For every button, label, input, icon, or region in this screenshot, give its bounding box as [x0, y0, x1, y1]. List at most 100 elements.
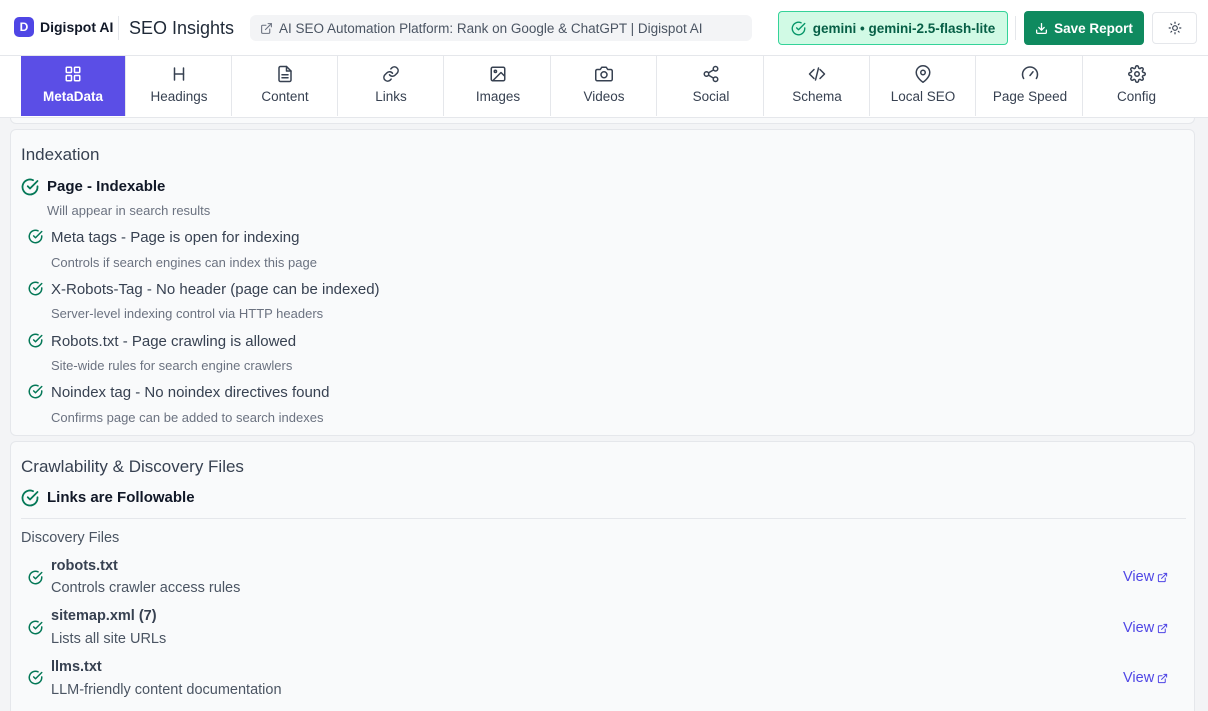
crawlability-card: Crawlability & Discovery Files Links are… — [10, 441, 1195, 711]
check-circle-icon — [28, 384, 43, 399]
view-link-label: View — [1123, 569, 1155, 585]
download-icon — [1036, 22, 1048, 34]
tab-label: Social — [692, 89, 730, 104]
save-report-label: Save Report — [1054, 20, 1133, 36]
discovery-file-desc: Lists all site URLs — [51, 631, 167, 647]
code-icon — [808, 67, 826, 81]
discovery-file-name: llms.txt — [51, 659, 102, 675]
map-pin-icon — [915, 65, 931, 83]
check-circle-icon — [28, 281, 43, 296]
discovery-file-desc: Controls crawler access rules — [51, 580, 241, 596]
tab-images[interactable]: Images — [446, 56, 551, 116]
external-link-icon — [1158, 572, 1168, 582]
model-badge-label: gemini • gemini-2.5-flash-lite — [812, 20, 996, 36]
discovery-file-name: sitemap.xml (7) — [51, 608, 157, 624]
discovery-file-name: robots.txt — [51, 558, 118, 574]
tab-label: Content — [261, 89, 309, 104]
tab-bar: MetaData Headings Content Links Images V… — [0, 56, 1208, 118]
tab-label: Schema — [792, 89, 842, 104]
tab-headings[interactable]: Headings — [127, 56, 232, 116]
view-llms-link[interactable]: View — [1123, 670, 1168, 686]
indexation-item-desc: Controls if search engines can index thi… — [51, 255, 317, 270]
gear-icon — [1127, 65, 1146, 83]
indexation-item: Noindex tag - No noindex directives foun… — [28, 384, 330, 401]
check-circle-icon — [28, 333, 43, 348]
camera-icon — [595, 66, 613, 82]
tab-label: Images — [475, 89, 521, 104]
check-circle-icon — [28, 570, 43, 585]
check-circle-icon — [28, 229, 43, 244]
check-circle-icon — [21, 489, 39, 507]
save-report-button[interactable]: Save Report — [1024, 11, 1144, 45]
indexation-card: Indexation Page - Indexable Will appear … — [10, 129, 1195, 436]
indexation-item-label: Meta tags - Page is open for indexing — [51, 229, 300, 246]
app-header: D Digispot AI SEO Insights AI SEO Automa… — [0, 0, 1208, 56]
tab-label: Local SEO — [890, 89, 956, 104]
tab-videos[interactable]: Videos — [552, 56, 657, 116]
tab-schema[interactable]: Schema — [765, 56, 870, 116]
external-link-icon — [261, 22, 272, 34]
indexation-item-label: Robots.txt - Page crawling is allowed — [51, 333, 297, 350]
tab-links[interactable]: Links — [339, 56, 444, 116]
heading-icon — [173, 67, 185, 81]
check-circle-icon — [28, 620, 43, 635]
view-sitemap-link[interactable]: View — [1123, 620, 1168, 636]
image-icon — [490, 66, 506, 82]
logo-text: Digispot AI — [40, 19, 114, 35]
view-link-label: View — [1123, 620, 1155, 636]
indexation-item-label: Noindex tag - No noindex directives foun… — [51, 384, 330, 401]
view-link-label: View — [1123, 670, 1155, 686]
tab-label: Page Speed — [992, 89, 1068, 104]
tab-content[interactable]: Content — [233, 56, 338, 116]
logo-mark-icon: D — [14, 17, 34, 37]
crawlability-main-status: Links are Followable — [21, 489, 195, 507]
view-robots-link[interactable]: View — [1123, 569, 1168, 585]
share-icon — [703, 65, 719, 83]
indexation-item: X-Robots-Tag - No header (page can be in… — [28, 281, 380, 298]
page-url-link[interactable]: AI SEO Automation Platform: Rank on Goog… — [250, 15, 752, 41]
indexation-item-label: X-Robots-Tag - No header (page can be in… — [51, 281, 380, 298]
check-circle-icon — [791, 21, 806, 35]
crawlability-title: Crawlability & Discovery Files — [21, 457, 244, 476]
tab-label: Config — [1116, 89, 1157, 104]
indexation-item: Robots.txt - Page crawling is allowed — [28, 333, 296, 350]
sun-icon — [1168, 21, 1181, 35]
document-icon — [278, 65, 292, 83]
indexation-main-label: Page - Indexable — [47, 178, 166, 195]
gauge-icon — [1021, 66, 1039, 80]
link-icon — [383, 66, 399, 82]
external-link-icon — [1158, 623, 1168, 633]
tab-local-seo[interactable]: Local SEO — [871, 56, 976, 116]
tab-label: Links — [375, 89, 407, 104]
discovery-files-title: Discovery Files — [21, 530, 120, 546]
indexation-main-status: Page - Indexable — [21, 178, 165, 196]
grid-icon — [65, 66, 81, 82]
app-title: SEO Insights — [129, 18, 235, 38]
indexation-item-desc: Confirms page can be added to search ind… — [51, 410, 324, 425]
check-circle-icon — [21, 178, 39, 196]
tab-metadata[interactable]: MetaData — [21, 56, 126, 116]
previous-card-edge — [10, 118, 1195, 124]
tab-label: MetaData — [42, 89, 104, 104]
external-link-icon — [1158, 673, 1168, 683]
header-divider-2 — [1015, 16, 1016, 40]
crawlability-main-label: Links are Followable — [47, 489, 195, 506]
indexation-item-desc: Server-level indexing control via HTTP h… — [51, 306, 324, 321]
theme-toggle-button[interactable] — [1152, 12, 1197, 44]
indexation-item: Meta tags - Page is open for indexing — [28, 229, 299, 246]
section-divider — [21, 518, 1186, 519]
page-url-text: AI SEO Automation Platform: Rank on Goog… — [279, 20, 703, 36]
tab-label: Videos — [583, 89, 625, 104]
tab-social[interactable]: Social — [659, 56, 764, 116]
indexation-item-desc: Site-wide rules for search engine crawle… — [51, 358, 293, 373]
tab-page-speed[interactable]: Page Speed — [978, 56, 1083, 116]
indexation-title: Indexation — [21, 145, 100, 164]
model-badge[interactable]: gemini • gemini-2.5-flash-lite — [778, 11, 1008, 45]
logo[interactable]: D Digispot AI — [14, 17, 113, 37]
tab-config[interactable]: Config — [1084, 56, 1189, 116]
indexation-main-desc: Will appear in search results — [47, 203, 211, 218]
header-divider — [118, 16, 119, 40]
tab-label: Headings — [150, 89, 208, 104]
check-circle-icon — [28, 670, 43, 685]
discovery-file-desc: LLM-friendly content documentation — [51, 682, 282, 698]
